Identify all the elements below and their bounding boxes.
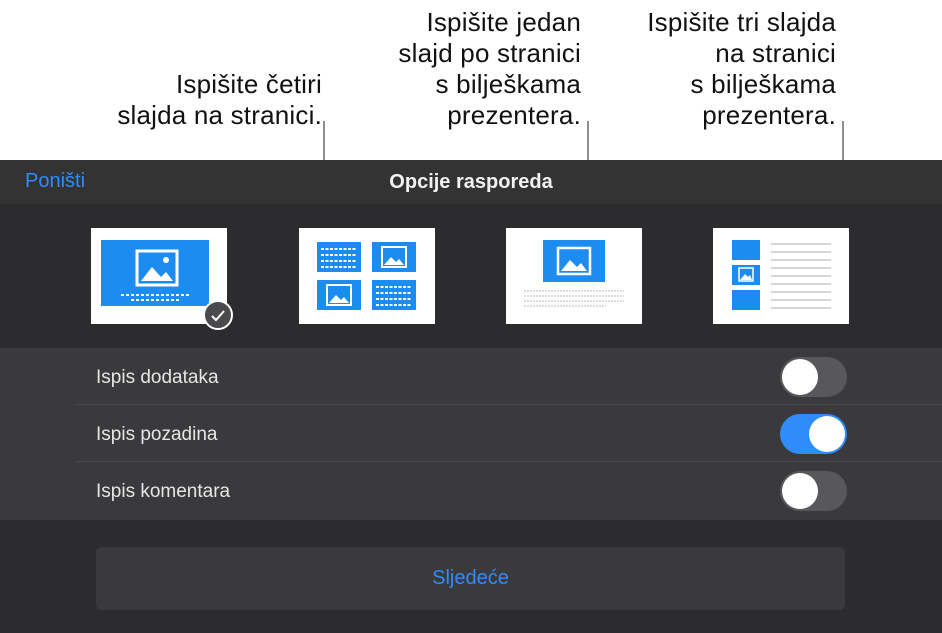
selected-checkmark-icon: [203, 300, 233, 330]
option-label: Ispis pozadina: [96, 424, 218, 445]
dialog-footer: Sljedeće: [0, 520, 942, 633]
slide-with-notes-icon: [524, 240, 624, 307]
option-row-print-builds: Ispis dodataka: [0, 348, 942, 405]
option-label: Ispis komentara: [96, 481, 231, 502]
print-options-list: Ispis dodataka Ispis pozadina Ispis kome…: [0, 348, 942, 520]
four-slides-icon: [317, 242, 416, 310]
option-row-print-backgrounds: Ispis pozadina: [0, 405, 942, 462]
layout-option-slide-with-notes[interactable]: [506, 228, 642, 324]
layout-picker: [0, 204, 942, 348]
next-button[interactable]: Sljedeće: [96, 547, 845, 610]
print-builds-toggle[interactable]: [780, 357, 847, 397]
toggle-knob: [809, 416, 845, 452]
three-slides-with-notes-icon: [732, 240, 831, 310]
callout-four-slides: Ispišite četiri slajda na stranici.: [117, 69, 322, 130]
print-comments-toggle[interactable]: [780, 471, 847, 511]
callout-three-slides-notes: Ispišite tri slajda na stranici s bilješ…: [647, 7, 836, 130]
toggle-knob: [782, 359, 818, 395]
layout-option-three-slides-with-notes[interactable]: [713, 228, 849, 324]
toggle-knob: [782, 473, 818, 509]
print-backgrounds-toggle[interactable]: [780, 414, 847, 454]
dialog-header: Poništi Opcije rasporeda: [0, 160, 942, 204]
callout-one-slide-notes: Ispišite jedan slajd po stranici s bilje…: [398, 7, 581, 130]
layout-options-dialog: Poništi Opcije rasporeda Ispis dodataka …: [0, 160, 942, 633]
layout-option-single-slide[interactable]: [91, 228, 233, 330]
option-row-print-comments: Ispis komentara: [0, 462, 942, 519]
dialog-title: Opcije rasporeda: [389, 171, 553, 193]
layout-option-four-slides[interactable]: [299, 228, 435, 324]
option-label: Ispis dodataka: [96, 367, 219, 388]
